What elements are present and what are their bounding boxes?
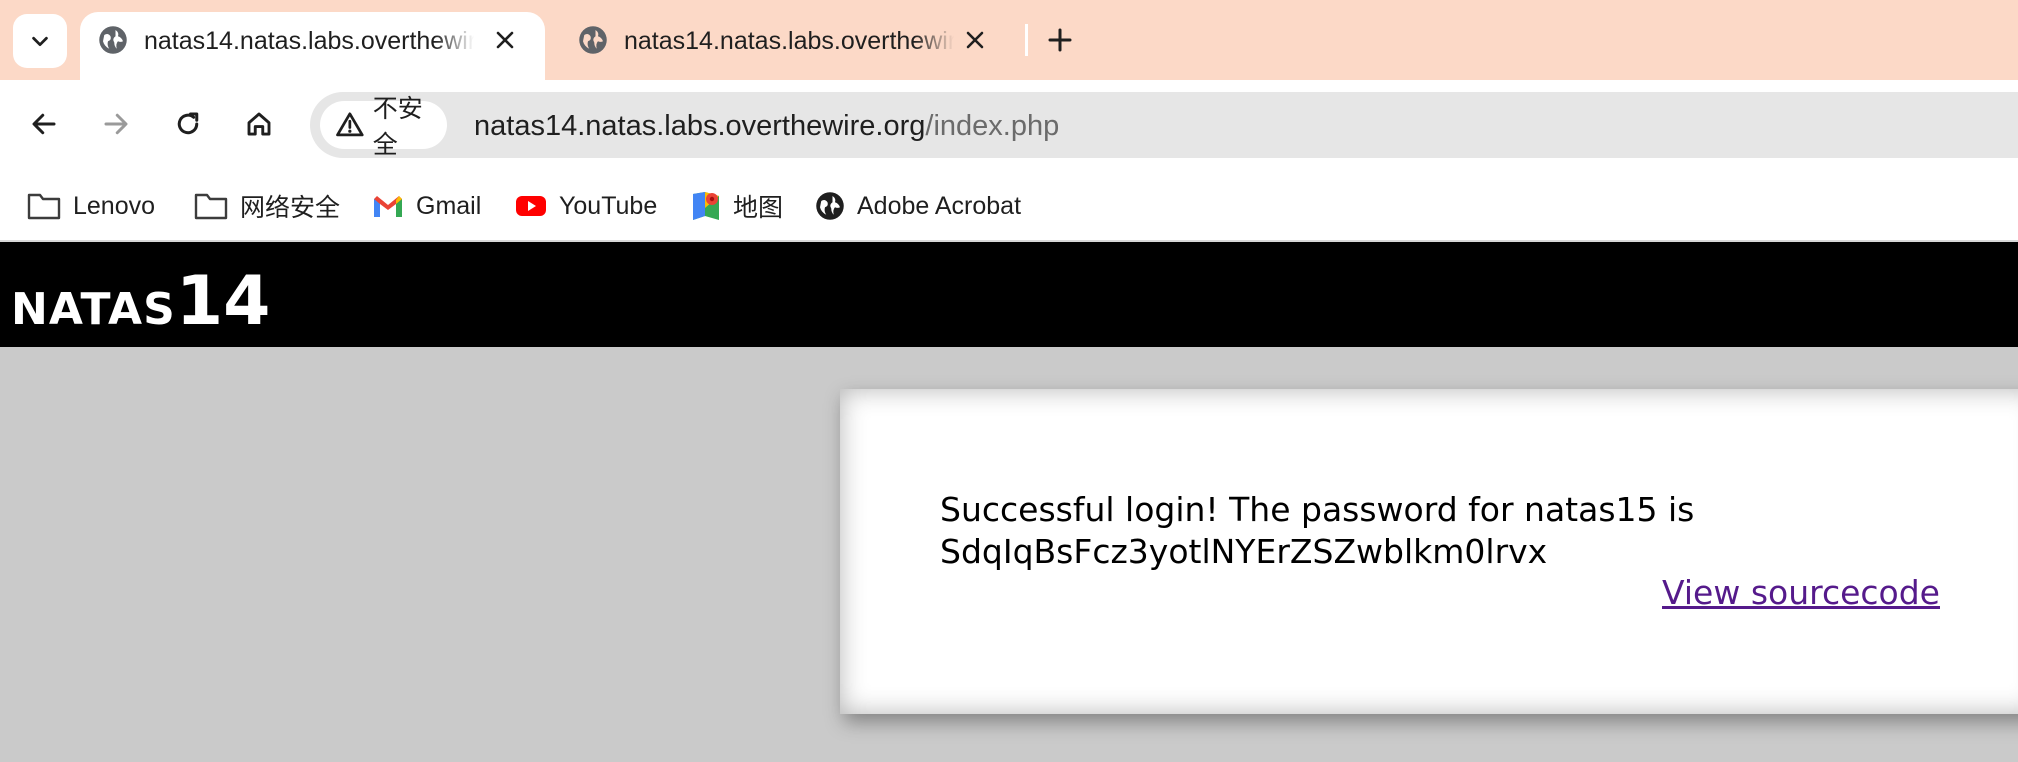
close-icon [496, 31, 514, 49]
url-path: /index.php [925, 110, 1060, 142]
reload-icon [177, 112, 199, 135]
login-message: Successful login! The password for natas… [940, 489, 1840, 573]
plus-icon [1048, 28, 1072, 52]
bookmark-gmail[interactable]: Gmail [372, 186, 481, 226]
url-text[interactable]: natas14.natas.labs.overthewire.org/index… [474, 109, 1059, 143]
bookmark-label: YouTube [559, 191, 658, 220]
arrow-right-icon [104, 113, 128, 135]
bookmark-youtube[interactable]: YouTube [515, 186, 657, 226]
tab-close-button[interactable] [487, 22, 523, 58]
bookmarks-bar: Lenovo 网络安全 Gmail YouTube 地图 Adobe Acrob… [0, 172, 2018, 242]
bookmark-label: Lenovo [73, 191, 156, 220]
bookmark-label: 地图 [733, 194, 784, 222]
globe-icon [99, 26, 127, 54]
bookmark-network-security[interactable]: 网络安全 [194, 186, 340, 226]
view-sourcecode-link[interactable]: View sourcecode [1662, 573, 1940, 612]
tab-close-button[interactable] [957, 22, 993, 58]
folder-icon [194, 193, 228, 220]
logo-prefix: NATAS [11, 284, 176, 335]
security-indicator[interactable]: 不安全 [320, 95, 447, 159]
tab-separator [1025, 24, 1028, 56]
maps-icon [693, 192, 719, 220]
close-icon [966, 31, 984, 49]
message-line: Successful login! The password for natas… [940, 490, 1695, 529]
bookmark-label: Gmail [416, 191, 482, 220]
security-label: 不安全 [372, 95, 423, 159]
content-panel: Successful login! The password for natas… [840, 389, 2018, 714]
forward-button[interactable] [94, 102, 138, 146]
folder-icon [27, 193, 61, 220]
bookmark-label: Adobe Acrobat [857, 191, 1022, 220]
bookmark-maps[interactable]: 地图 [691, 186, 783, 226]
gmail-icon [374, 196, 402, 217]
chevron-down-icon [32, 36, 48, 47]
tab-strip: natas14.natas.labs.overthewire.org natas… [0, 0, 2018, 80]
home-icon [247, 112, 271, 136]
reload-button[interactable] [166, 102, 210, 146]
browser-toolbar: 不安全 natas14.natas.labs.overthewire.org/i… [0, 80, 2018, 172]
back-button[interactable] [22, 102, 66, 146]
new-tab-button[interactable] [1040, 18, 1080, 62]
bookmark-adobe-acrobat[interactable]: Adobe Acrobat [815, 186, 1021, 226]
tab-title: natas14.natas.labs.overthewire.org [144, 27, 474, 55]
site-logo: NATAS14 [11, 262, 270, 341]
warning-icon [336, 112, 364, 137]
bookmark-label: 网络安全 [240, 194, 341, 222]
password-text: SdqIqBsFcz3yotlNYErZSZwblkm0lrvx [940, 532, 1548, 571]
address-bar[interactable]: 不安全 natas14.natas.labs.overthewire.org/i… [310, 92, 2018, 159]
tab-inactive[interactable]: natas14.natas.labs.overthewire.org [560, 12, 1015, 80]
logo-number: 14 [175, 262, 271, 341]
globe-icon [579, 26, 607, 54]
bookmark-lenovo[interactable]: Lenovo [27, 186, 155, 226]
arrow-left-icon [32, 113, 56, 135]
globe-icon [816, 192, 844, 220]
tab-title: natas14.natas.labs.overthewire.org [624, 27, 954, 55]
url-host: natas14.natas.labs.overthewire.org [474, 110, 926, 142]
tab-active[interactable]: natas14.natas.labs.overthewire.org [80, 12, 545, 80]
page-viewport: NATAS14 Successful login! The password f… [0, 242, 2018, 762]
tab-search-button[interactable] [13, 14, 67, 68]
youtube-icon [516, 196, 546, 216]
site-banner: NATAS14 [0, 242, 2018, 347]
home-button[interactable] [237, 102, 281, 146]
